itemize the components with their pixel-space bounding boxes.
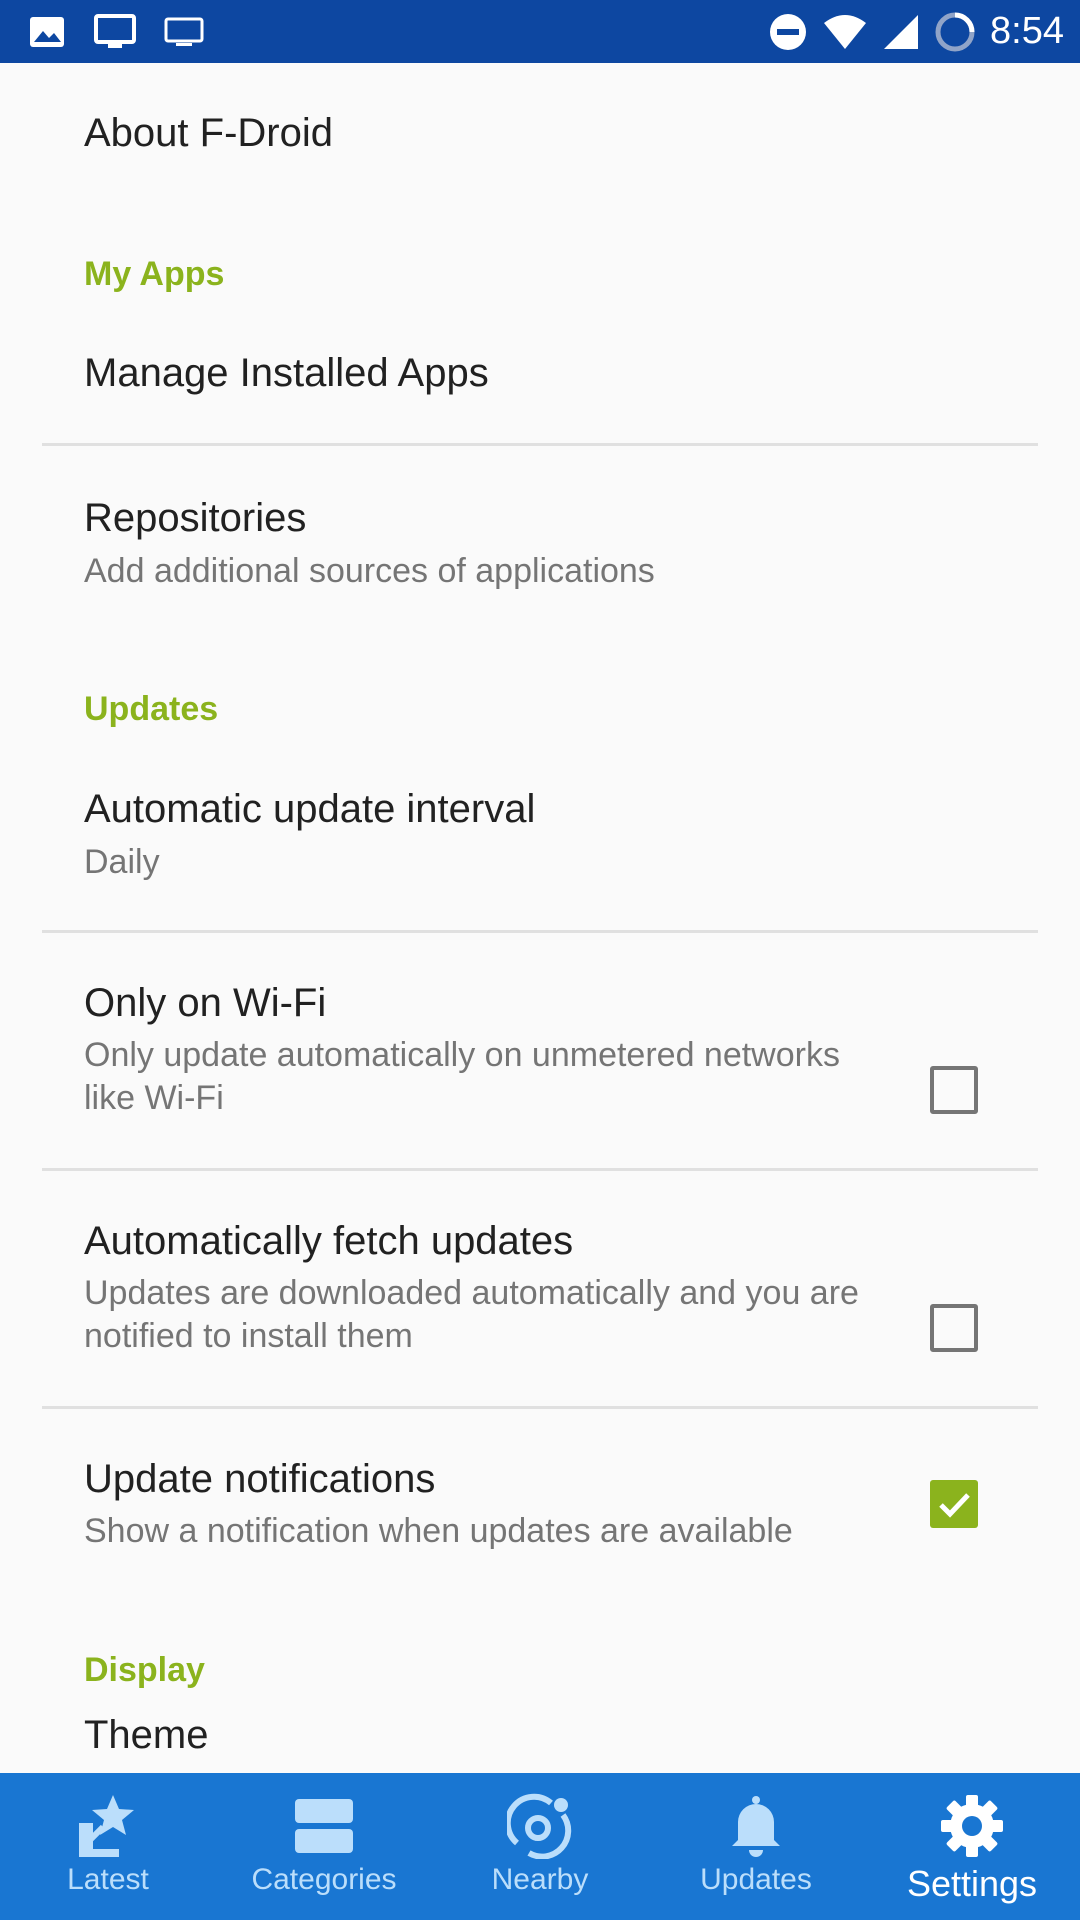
wifi-icon	[822, 13, 868, 51]
pref-auto-fetch-title: Automatically fetch updates	[84, 1219, 574, 1263]
image-icon	[28, 15, 66, 49]
pref-theme[interactable]: Theme	[0, 1713, 1080, 1773]
pref-auto-fetch-updates[interactable]: Automatically fetch updates Updates are …	[0, 1171, 1080, 1407]
nav-updates[interactable]: Updates	[648, 1773, 864, 1920]
settings-list[interactable]: About F-Droid My Apps Manage Installed A…	[0, 63, 1080, 1773]
monitor-icon	[94, 13, 136, 50]
pref-only-wifi-summary: Only update automatically on unmetered n…	[84, 1036, 840, 1117]
nav-categories[interactable]: Categories	[216, 1773, 432, 1920]
nav-settings[interactable]: Settings	[864, 1773, 1080, 1920]
pref-update-notifications[interactable]: Update notifications Show a notification…	[0, 1409, 1080, 1609]
pref-only-wifi-title: Only on Wi-Fi	[84, 981, 327, 1025]
checkmark-icon	[939, 1493, 970, 1518]
pref-update-interval-title: Automatic update interval	[84, 787, 536, 831]
nav-nearby-label: Nearby	[491, 1863, 589, 1896]
status-bar-right: 8:54	[754, 10, 1064, 53]
update-notifications-checkbox[interactable]	[930, 1480, 978, 1528]
status-bar: 8:54	[0, 0, 1080, 63]
pref-update-notifications-title: Update notifications	[84, 1457, 436, 1501]
pref-about[interactable]: About F-Droid	[0, 63, 1080, 205]
nav-latest-label: Latest	[67, 1863, 149, 1896]
pref-only-wifi[interactable]: Only on Wi-Fi Only update automatically …	[0, 933, 1080, 1169]
nav-categories-label: Categories	[251, 1863, 397, 1896]
pref-theme-title: Theme	[84, 1713, 209, 1757]
signal-icon	[882, 13, 920, 51]
pref-repositories-summary: Add additional sources of applications	[84, 552, 655, 590]
only-wifi-checkbox[interactable]	[930, 1066, 978, 1114]
nav-nearby[interactable]: Nearby	[432, 1773, 648, 1920]
settings-gear-icon	[939, 1791, 1005, 1861]
status-bar-left	[28, 13, 232, 50]
pref-repositories-title: Repositories	[84, 496, 307, 540]
pref-update-notifications-summary: Show a notification when updates are ava…	[84, 1512, 793, 1550]
screen: 8:54 About F-Droid My Apps Manage Instal…	[0, 0, 1080, 1920]
pref-auto-fetch-summary: Updates are downloaded automatically and…	[84, 1274, 859, 1355]
status-time: 8:54	[990, 10, 1064, 52]
auto-fetch-checkbox[interactable]	[930, 1304, 978, 1352]
nearby-icon	[507, 1791, 573, 1861]
updates-bell-icon	[729, 1791, 783, 1861]
cast-icon	[164, 17, 204, 47]
category-display: Display	[84, 1651, 205, 1689]
category-my-apps: My Apps	[84, 255, 225, 293]
do-not-disturb-icon	[768, 12, 808, 52]
bottom-navigation: Latest Categories Nearby Updates Setting…	[0, 1773, 1080, 1920]
categories-icon	[293, 1791, 355, 1861]
nav-updates-label: Updates	[700, 1863, 812, 1896]
pref-repositories[interactable]: Repositories Add additional sources of a…	[0, 446, 1080, 666]
latest-icon	[73, 1791, 143, 1861]
category-updates: Updates	[84, 690, 219, 728]
pref-about-title: About F-Droid	[84, 111, 333, 155]
nav-settings-label: Settings	[906, 1863, 1038, 1904]
nav-latest[interactable]: Latest	[0, 1773, 216, 1920]
pref-manage-apps-title: Manage Installed Apps	[84, 351, 489, 395]
sync-icon	[934, 11, 976, 53]
pref-update-interval-summary: Daily	[84, 843, 160, 881]
